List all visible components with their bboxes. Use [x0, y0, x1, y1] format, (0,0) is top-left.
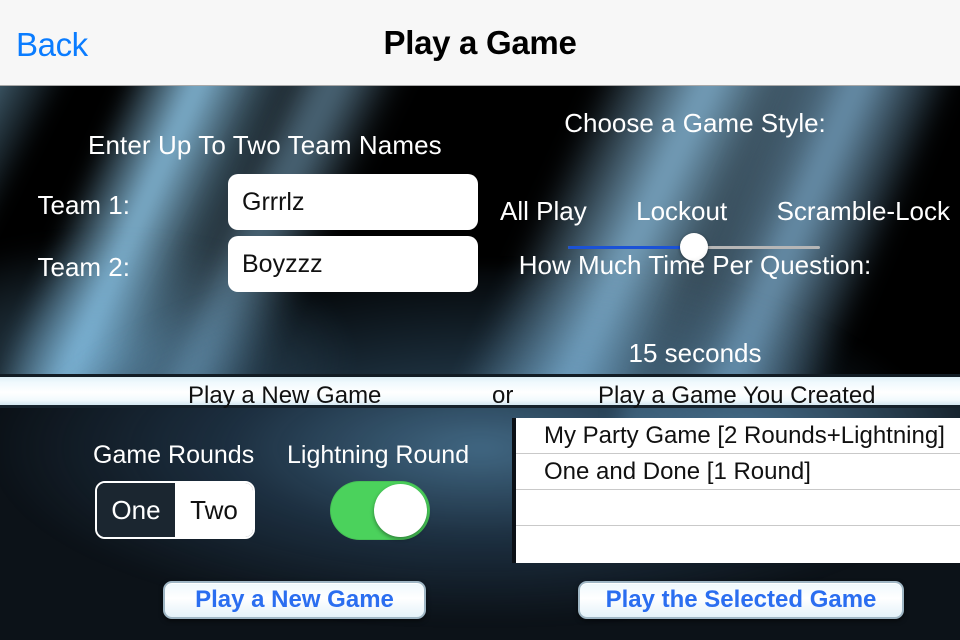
- play-a-new-game-button[interactable]: Play a New Game: [163, 581, 426, 619]
- time-per-question-label: How Much Time Per Question:: [518, 250, 872, 280]
- options-panel: Game Rounds Lightning Round One Two My P…: [0, 408, 960, 640]
- divider-label-or: or: [492, 382, 514, 409]
- list-item[interactable]: One and Done [1 Round]: [516, 454, 960, 490]
- play-the-selected-game-button[interactable]: Play the Selected Game: [578, 581, 904, 619]
- game-style-options: All Play Lockout Scramble-Lock: [500, 196, 950, 227]
- setup-panel: Enter Up To Two Team Names Team 1: Team …: [0, 86, 960, 376]
- list-item[interactable]: My Party Game [2 Rounds+Lightning]: [516, 418, 960, 454]
- game-style-label: Choose a Game Style:: [564, 108, 826, 138]
- saved-games-list[interactable]: My Party Game [2 Rounds+Lightning] One a…: [512, 418, 960, 563]
- team1-label: Team 1:: [37, 190, 131, 220]
- toggle-knob: [374, 484, 427, 537]
- list-item[interactable]: [516, 526, 960, 562]
- divider-label-created-game: Play a Game You Created: [598, 382, 876, 409]
- list-item[interactable]: [516, 490, 960, 526]
- navigation-bar: Back Play a Game: [0, 0, 960, 86]
- game-rounds-label: Game Rounds: [93, 441, 255, 469]
- mode-divider-bar: Play a New Game or Play a Game You Creat…: [0, 374, 960, 409]
- game-style-option-all-play[interactable]: All Play: [500, 196, 587, 227]
- segment-one[interactable]: One: [97, 483, 175, 537]
- game-style-option-scramble-lock[interactable]: Scramble-Lock: [777, 196, 950, 227]
- team2-input[interactable]: [228, 236, 478, 292]
- time-per-question-value: 15 seconds: [628, 338, 762, 368]
- play-a-game-screen: Back Play a Game Enter Up To Two Team Na…: [0, 0, 960, 640]
- team-names-heading: Enter Up To Two Team Names: [88, 130, 442, 160]
- page-title: Play a Game: [383, 24, 577, 61]
- game-style-option-lockout[interactable]: Lockout: [636, 196, 727, 227]
- team2-label: Team 2:: [37, 252, 131, 282]
- spotlight-beam: [0, 86, 88, 376]
- lightning-round-label: Lightning Round: [287, 441, 470, 469]
- slider-track-fill: [568, 246, 694, 249]
- segment-two[interactable]: Two: [175, 483, 253, 537]
- lightning-round-toggle[interactable]: [330, 481, 430, 540]
- divider-label-new-game: Play a New Game: [188, 382, 382, 409]
- game-rounds-segmented-control[interactable]: One Two: [95, 481, 255, 539]
- team1-input[interactable]: [228, 174, 478, 230]
